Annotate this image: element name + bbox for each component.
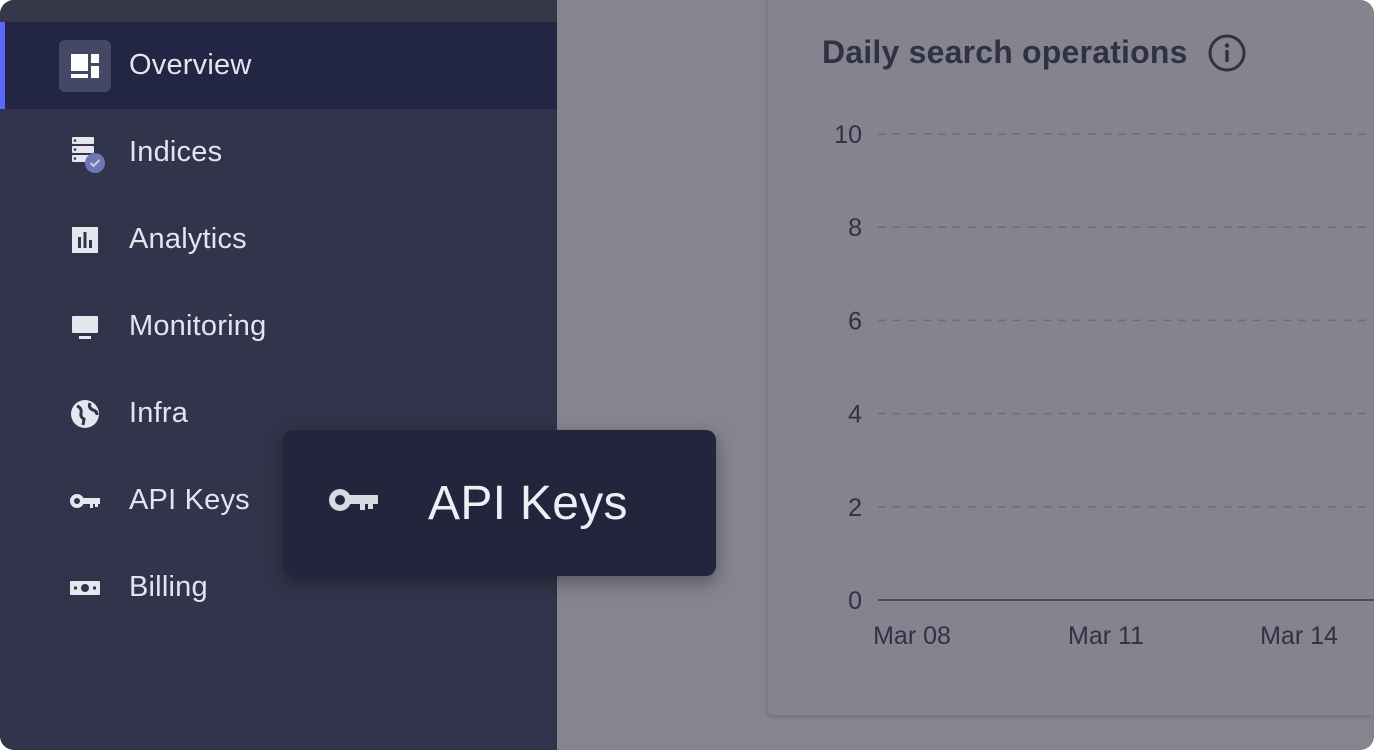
dashboard-icon — [59, 39, 111, 92]
key-icon — [329, 489, 378, 511]
sidebar-item-label: Indices — [129, 136, 223, 168]
sidebar-item-analytics[interactable]: Analytics — [0, 196, 557, 283]
sidebar-item-label: Monitoring — [129, 310, 267, 342]
indices-icon — [59, 127, 111, 179]
sidebar-item-label: API Keys — [129, 484, 250, 516]
info-icon[interactable] — [1207, 33, 1247, 73]
bar-chart-icon — [59, 214, 111, 266]
main-content — [557, 0, 1374, 750]
sidebar-item-label: Billing — [129, 571, 208, 603]
key-icon — [59, 475, 111, 527]
sidebar-item-label: Infra — [129, 397, 189, 429]
sidebar-item-overview[interactable]: Overview — [0, 22, 557, 109]
sidebar-item-label: Overview — [129, 49, 252, 81]
sidebar-item-label: Analytics — [129, 223, 247, 255]
sidebar-top-strip — [0, 0, 557, 22]
chart-card — [767, 0, 1374, 716]
chart-title: Daily search operations — [822, 34, 1188, 70]
app-window: Daily search operations 0 2 4 6 8 10 Mar 08 Mar… — [0, 0, 1374, 750]
billing-icon — [59, 562, 111, 614]
sidebar-item-monitoring[interactable]: Monitoring — [0, 283, 557, 370]
sidebar-item-indices[interactable]: Indices — [0, 109, 557, 196]
monitor-icon — [59, 301, 111, 353]
globe-icon — [59, 388, 111, 440]
sidebar: Overview Indices Analytics Monitoring In… — [0, 0, 557, 750]
tooltip-label: API Keys — [428, 477, 628, 530]
